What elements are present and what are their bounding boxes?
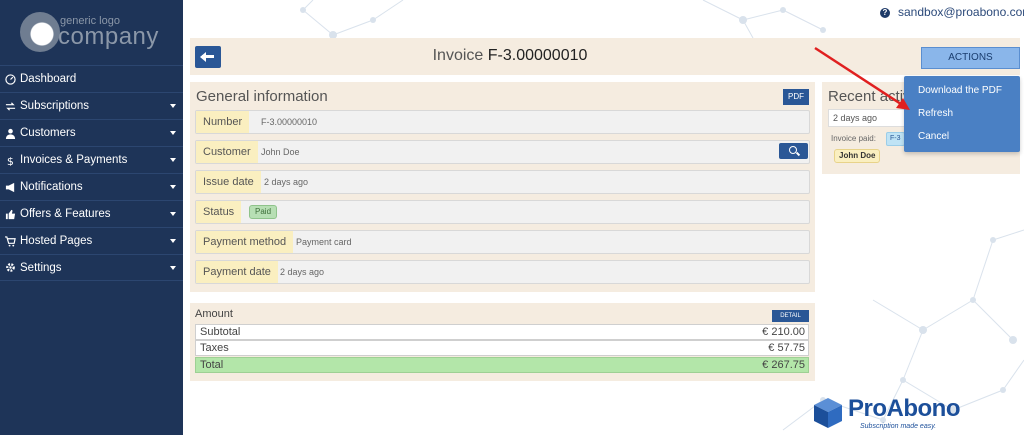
sidebar-item-hosted-pages[interactable]: Hosted Pages — [0, 227, 183, 254]
subtotal-row: Subtotal € 210.00 — [195, 324, 809, 340]
sidebar-nav: Dashboard Subscriptions Customers $ Invo… — [0, 65, 183, 281]
payment-method-field: Payment method Payment card — [195, 230, 810, 254]
sidebar-item-label: Offers & Features — [20, 208, 111, 220]
activity-customer-badge[interactable]: John Doe — [834, 149, 881, 163]
svg-text:$: $ — [7, 155, 14, 166]
amount-value: € 210.00 — [762, 326, 805, 338]
sidebar-item-customers[interactable]: Customers — [0, 119, 183, 146]
user-email-link[interactable]: sandbox@proabono.com — [898, 5, 1024, 19]
field-value: F-3.00000010 — [261, 117, 318, 127]
page-title-prefix: Invoice — [432, 47, 484, 64]
taxes-row: Taxes € 57.75 — [195, 340, 809, 356]
sidebar-item-label: Hosted Pages — [20, 235, 93, 247]
chevron-down-icon — [170, 212, 176, 216]
detail-button[interactable]: DETAIL — [772, 310, 809, 322]
dollar-icon: $ — [7, 155, 14, 166]
menu-item-download-pdf[interactable]: Download the PDF — [918, 85, 1002, 96]
activity-invoice-badge[interactable]: F-3 — [886, 132, 905, 146]
sidebar: generic logo company Dashboard Subscript… — [0, 0, 183, 435]
customer-search-button[interactable] — [779, 143, 808, 159]
sidebar-item-notifications[interactable]: Notifications — [0, 173, 183, 200]
sidebar-item-label: Customers — [20, 127, 76, 139]
field-value: 2 days ago — [280, 267, 325, 277]
menu-item-refresh[interactable]: Refresh — [918, 108, 953, 119]
sidebar-item-label: Dashboard — [20, 73, 77, 85]
brand-tagline: Subscription made easy. — [860, 423, 937, 430]
actions-button[interactable]: ACTIONS — [921, 47, 1020, 69]
field-value: 2 days ago — [264, 177, 309, 187]
total-row: Total € 267.75 — [195, 357, 809, 373]
section-title: General information — [196, 88, 328, 105]
subscriptions-icon — [5, 101, 16, 111]
chevron-down-icon — [170, 158, 176, 162]
chevron-down-icon — [170, 131, 176, 135]
cart-icon — [5, 235, 16, 247]
logo-big-text: company — [58, 23, 159, 50]
page-title: Invoice F-3.00000010 — [190, 47, 830, 65]
payment-date-field: Payment date 2 days ago — [195, 260, 810, 284]
sidebar-item-label: Settings — [20, 261, 62, 274]
field-label: Payment date — [196, 261, 278, 283]
number-field: Number F-3.00000010 — [195, 110, 810, 134]
invoice-number: F-3.00000010 — [487, 47, 588, 64]
annotation-arrow-icon — [814, 46, 910, 110]
help-icon[interactable]: ? — [880, 8, 890, 18]
gear-icon — [6, 263, 15, 272]
actions-dropdown-menu: Download the PDF Refresh Cancel — [904, 76, 1020, 152]
amount-label: Subtotal — [200, 326, 241, 338]
issue-date-field: Issue date 2 days ago — [195, 170, 810, 194]
amount-panel: Amount DETAIL Subtotal € 210.00 Taxes € … — [190, 303, 815, 381]
section-title: Amount — [195, 308, 233, 320]
megaphone-icon — [5, 182, 15, 192]
dashboard-icon — [5, 73, 16, 85]
sidebar-item-dashboard[interactable]: Dashboard — [0, 65, 183, 92]
amount-label: Taxes — [200, 342, 229, 354]
field-value: Payment card — [296, 237, 352, 247]
sidebar-item-offers-features[interactable]: Offers & Features — [0, 200, 183, 227]
menu-item-cancel[interactable]: Cancel — [918, 131, 949, 142]
sidebar-item-label: Notifications — [20, 181, 83, 193]
status-field: Status Paid — [195, 200, 810, 224]
sidebar-item-subscriptions[interactable]: Subscriptions — [0, 92, 183, 119]
field-label: Payment method — [196, 231, 294, 253]
activity-text: Invoice paid: — [831, 134, 876, 143]
field-value[interactable]: John Doe — [261, 141, 300, 163]
user-icon — [5, 128, 16, 139]
customer-field: Customer John Doe — [195, 140, 810, 164]
cube-logo-icon — [814, 398, 842, 428]
field-label: Status — [196, 201, 242, 223]
chevron-down-icon — [170, 104, 176, 108]
sidebar-item-label: Invoices & Payments — [20, 154, 128, 166]
chevron-down-icon — [170, 265, 176, 270]
company-logo[interactable]: generic logo company — [20, 10, 170, 54]
general-information-panel: General information PDF Number F-3.00000… — [190, 82, 815, 292]
proabono-logo: ProAbono Subscription made easy. — [812, 395, 982, 435]
amount-label: Total — [200, 359, 224, 371]
chevron-down-icon — [170, 239, 176, 243]
logo-mark-icon — [20, 12, 60, 52]
status-badge: Paid — [249, 205, 278, 219]
thumbs-up-icon — [5, 209, 16, 219]
brand-name: ProAbono — [848, 395, 960, 422]
amount-value: € 57.75 — [768, 342, 805, 354]
sidebar-item-invoices-payments[interactable]: $ Invoices & Payments — [0, 146, 183, 173]
field-label: Number — [196, 111, 250, 133]
chevron-down-icon — [170, 185, 176, 189]
field-label: Customer — [196, 141, 258, 163]
sidebar-item-label: Subscriptions — [20, 100, 90, 112]
field-label: Issue date — [196, 171, 261, 193]
sidebar-item-settings[interactable]: Settings — [0, 254, 183, 281]
amount-value: € 267.75 — [762, 359, 805, 371]
